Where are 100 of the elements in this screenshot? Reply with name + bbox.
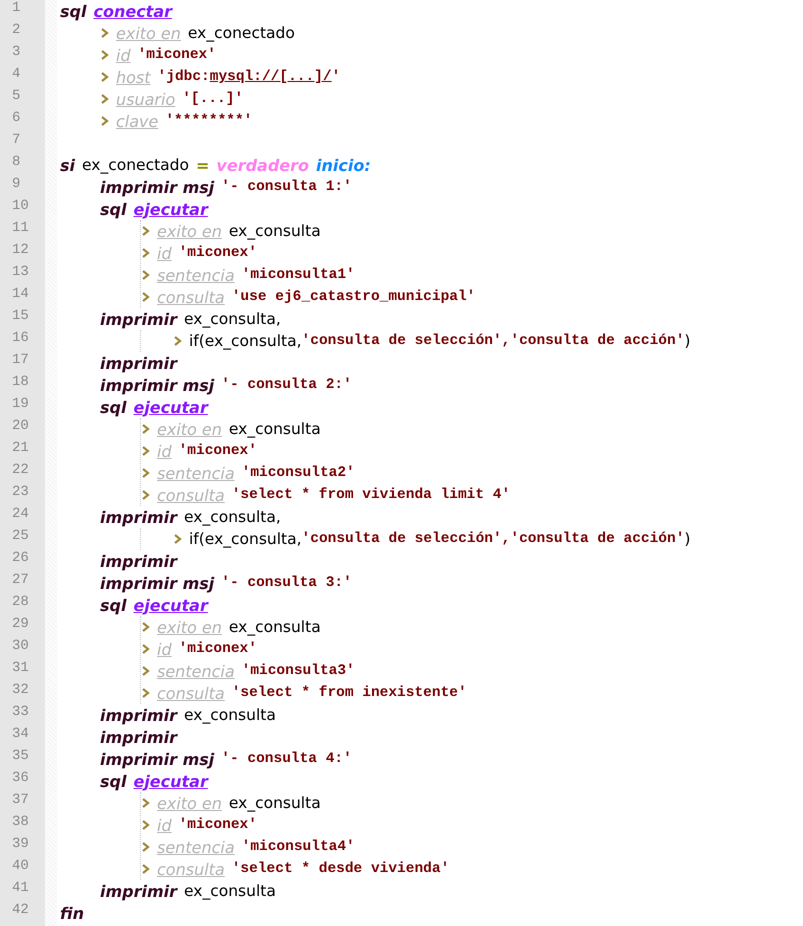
keyword: si (60, 156, 76, 174)
string-literal: 'miconex' (178, 817, 257, 833)
line-number: 20 (11, 418, 30, 436)
chevron-icon (141, 423, 150, 435)
line-number: 21 (11, 440, 30, 458)
line-number: 30 (11, 638, 30, 656)
keyword: imprimir msj (100, 376, 214, 394)
line-number: 16 (11, 330, 30, 348)
chevron-icon (141, 841, 150, 853)
line-number: 27 (11, 572, 30, 590)
parameter-name: sentencia (157, 662, 235, 680)
line-number: 23 (11, 484, 30, 502)
line-number: 5 (11, 88, 22, 106)
chevron-icon (100, 27, 109, 39)
identifier: ex_consulta (228, 222, 321, 240)
parameter-name: consulta (157, 684, 225, 702)
string-literal: 'consulta de selección','consulta de acción' (302, 531, 684, 547)
command-name[interactable]: ejecutar (133, 200, 208, 218)
boolean-literal: verdadero (216, 156, 310, 174)
parameter-name: consulta (157, 486, 225, 504)
command-name[interactable]: ejecutar (133, 596, 208, 614)
keyword: imprimir msj (100, 574, 214, 592)
line-number: 31 (11, 660, 30, 678)
string-literal: 'miconsulta2' (242, 465, 355, 481)
chevron-icon (141, 687, 150, 699)
line-number: 6 (11, 110, 22, 128)
keyword: imprimir (100, 354, 178, 372)
line-number: 10 (11, 198, 30, 216)
parameter-name: usuario (116, 90, 176, 108)
line-number: 34 (11, 726, 30, 744)
string-literal: 'select * from inexistente' (232, 685, 467, 701)
chevron-icon (100, 115, 109, 127)
chevron-icon (100, 93, 109, 105)
keyword: imprimir (100, 310, 178, 328)
string-literal: '********' (165, 113, 252, 129)
line-number: 12 (11, 242, 30, 260)
parameter-name: id (157, 640, 172, 658)
block-keyword: inicio: (316, 156, 371, 174)
chevron-icon (141, 621, 150, 633)
identifier: ex_conectado (188, 24, 295, 42)
parameter-name: exito en (157, 618, 222, 636)
parameter-name: exito en (116, 24, 181, 42)
line-number: 17 (11, 352, 30, 370)
line-number: 14 (11, 286, 30, 304)
identifier: ) (684, 332, 690, 350)
line-number: 38 (11, 814, 30, 832)
keyword: sql (100, 596, 126, 614)
parameter-name: consulta (157, 288, 225, 306)
parameter-name: sentencia (157, 464, 235, 482)
parameter-name: exito en (157, 794, 222, 812)
identifier: ex_consulta (184, 706, 276, 724)
line-number: 36 (11, 770, 30, 788)
identifier: ex_consulta, (184, 508, 281, 526)
keyword: imprimir (100, 508, 178, 526)
string-literal: '- consulta 2:' (221, 377, 352, 393)
line-number: 25 (11, 528, 30, 546)
string-literal: 'consulta de selección','consulta de acción' (302, 333, 684, 349)
string-literal: 'miconex' (178, 641, 257, 657)
parameter-name: clave (116, 112, 158, 130)
keyword: fin (60, 904, 84, 922)
command-name[interactable]: conectar (93, 2, 172, 20)
string-literal: ' (332, 69, 340, 85)
parameter-name: id (157, 244, 172, 262)
parameter-name: id (116, 46, 131, 64)
keyword: imprimir (100, 706, 178, 724)
string-literal: 'miconex' (138, 47, 216, 63)
parameter-name: host (116, 68, 151, 86)
url-link[interactable]: mysql://[...]/ (210, 69, 332, 85)
string-literal: '- consulta 1:' (221, 179, 352, 195)
keyword: sql (100, 200, 126, 218)
chevron-icon (141, 643, 150, 655)
identifier: ex_consulta (228, 618, 321, 636)
parameter-name: consulta (157, 860, 225, 878)
chevron-icon (141, 445, 150, 457)
parameter-name: exito en (157, 420, 222, 438)
line-number: 37 (11, 792, 30, 810)
string-literal: 'miconsulta1' (242, 267, 355, 283)
string-literal: 'jdbc: (158, 69, 210, 85)
keyword: imprimir (100, 728, 178, 746)
keyword: imprimir (100, 552, 178, 570)
command-name[interactable]: ejecutar (133, 772, 208, 790)
line-number: 3 (11, 44, 22, 62)
string-literal: 'select * desde vivienda' (232, 861, 450, 877)
line-number: 40 (11, 858, 30, 876)
identifier: ex_consulta (184, 882, 276, 900)
chevron-icon (173, 533, 182, 545)
chevron-icon (141, 797, 150, 809)
chevron-icon (141, 489, 150, 501)
identifier: ex_conectado (82, 156, 189, 174)
string-literal: 'select * from vivienda limit 4' (232, 487, 510, 503)
line-number: 35 (11, 748, 30, 766)
string-literal: '- consulta 4:' (221, 751, 352, 767)
chevron-icon (100, 71, 109, 83)
line-number: 15 (11, 308, 30, 326)
keyword: sql (100, 398, 126, 416)
command-name[interactable]: ejecutar (133, 398, 208, 416)
chevron-icon (141, 467, 150, 479)
keyword: imprimir msj (100, 750, 214, 768)
line-number: 9 (11, 176, 22, 194)
line-number: 7 (11, 132, 22, 150)
